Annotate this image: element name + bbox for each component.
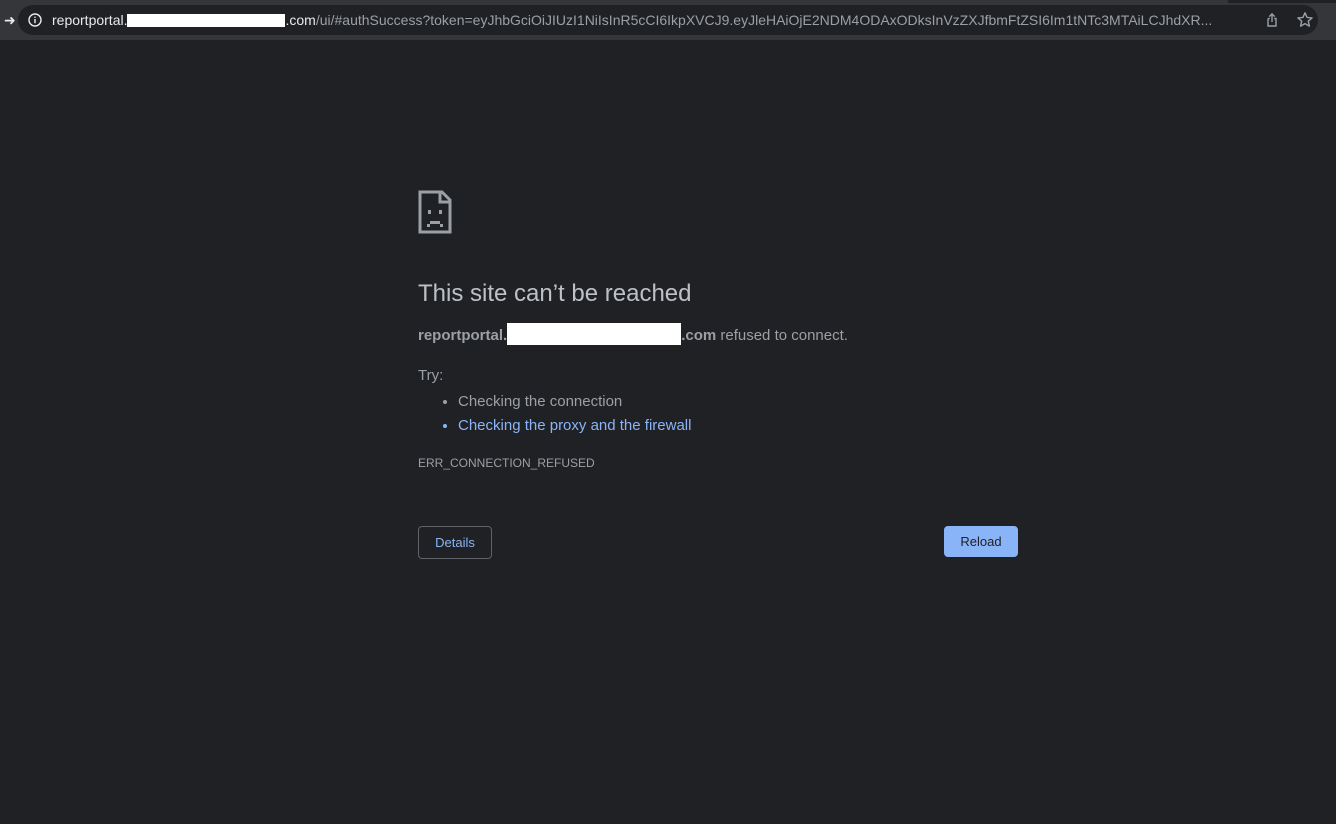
tab-strip <box>0 0 1336 3</box>
url-path: /ui/#authSuccess?token=eyJhbGciOiJIUzI1N… <box>315 12 1213 28</box>
error-message: reportportal. .com refused to connect. <box>418 323 848 346</box>
url-redaction <box>127 13 286 27</box>
reload-button[interactable]: Reload <box>944 526 1018 557</box>
error-title: This site can’t be reached <box>418 280 692 307</box>
host-redaction <box>507 323 682 346</box>
info-icon[interactable] <box>28 13 42 27</box>
refused-text: refused to connect. <box>716 327 848 344</box>
host-suffix: .com <box>681 327 717 344</box>
url-host-prefix: reportportal. <box>52 12 128 28</box>
star-icon[interactable] <box>1296 11 1314 29</box>
back-arrow-icon[interactable]: ➜ <box>4 11 22 29</box>
proxy-firewall-link[interactable]: Checking the proxy and the firewall <box>458 414 691 438</box>
url-text[interactable]: reportportal. .com/ui/#authSuccess?token=… <box>52 5 1252 35</box>
error-code: ERR_CONNECTION_REFUSED <box>418 456 595 470</box>
host-prefix: reportportal. <box>418 327 508 344</box>
share-icon[interactable] <box>1264 12 1280 28</box>
browser-toolbar: ➜ reportportal. .com/ui/#authSuccess?toke… <box>0 0 1336 40</box>
url-host-suffix: .com <box>285 12 316 28</box>
try-label: Try: <box>418 367 444 384</box>
sad-page-icon <box>418 190 452 234</box>
details-button[interactable]: Details <box>418 526 492 559</box>
address-bar[interactable]: ➜ reportportal. .com/ui/#authSuccess?toke… <box>4 5 1318 35</box>
active-tab[interactable] <box>0 0 1228 3</box>
suggestion-item: Checking the connection <box>458 390 691 414</box>
suggestion-list: Checking the connection Checking the pro… <box>438 390 691 438</box>
